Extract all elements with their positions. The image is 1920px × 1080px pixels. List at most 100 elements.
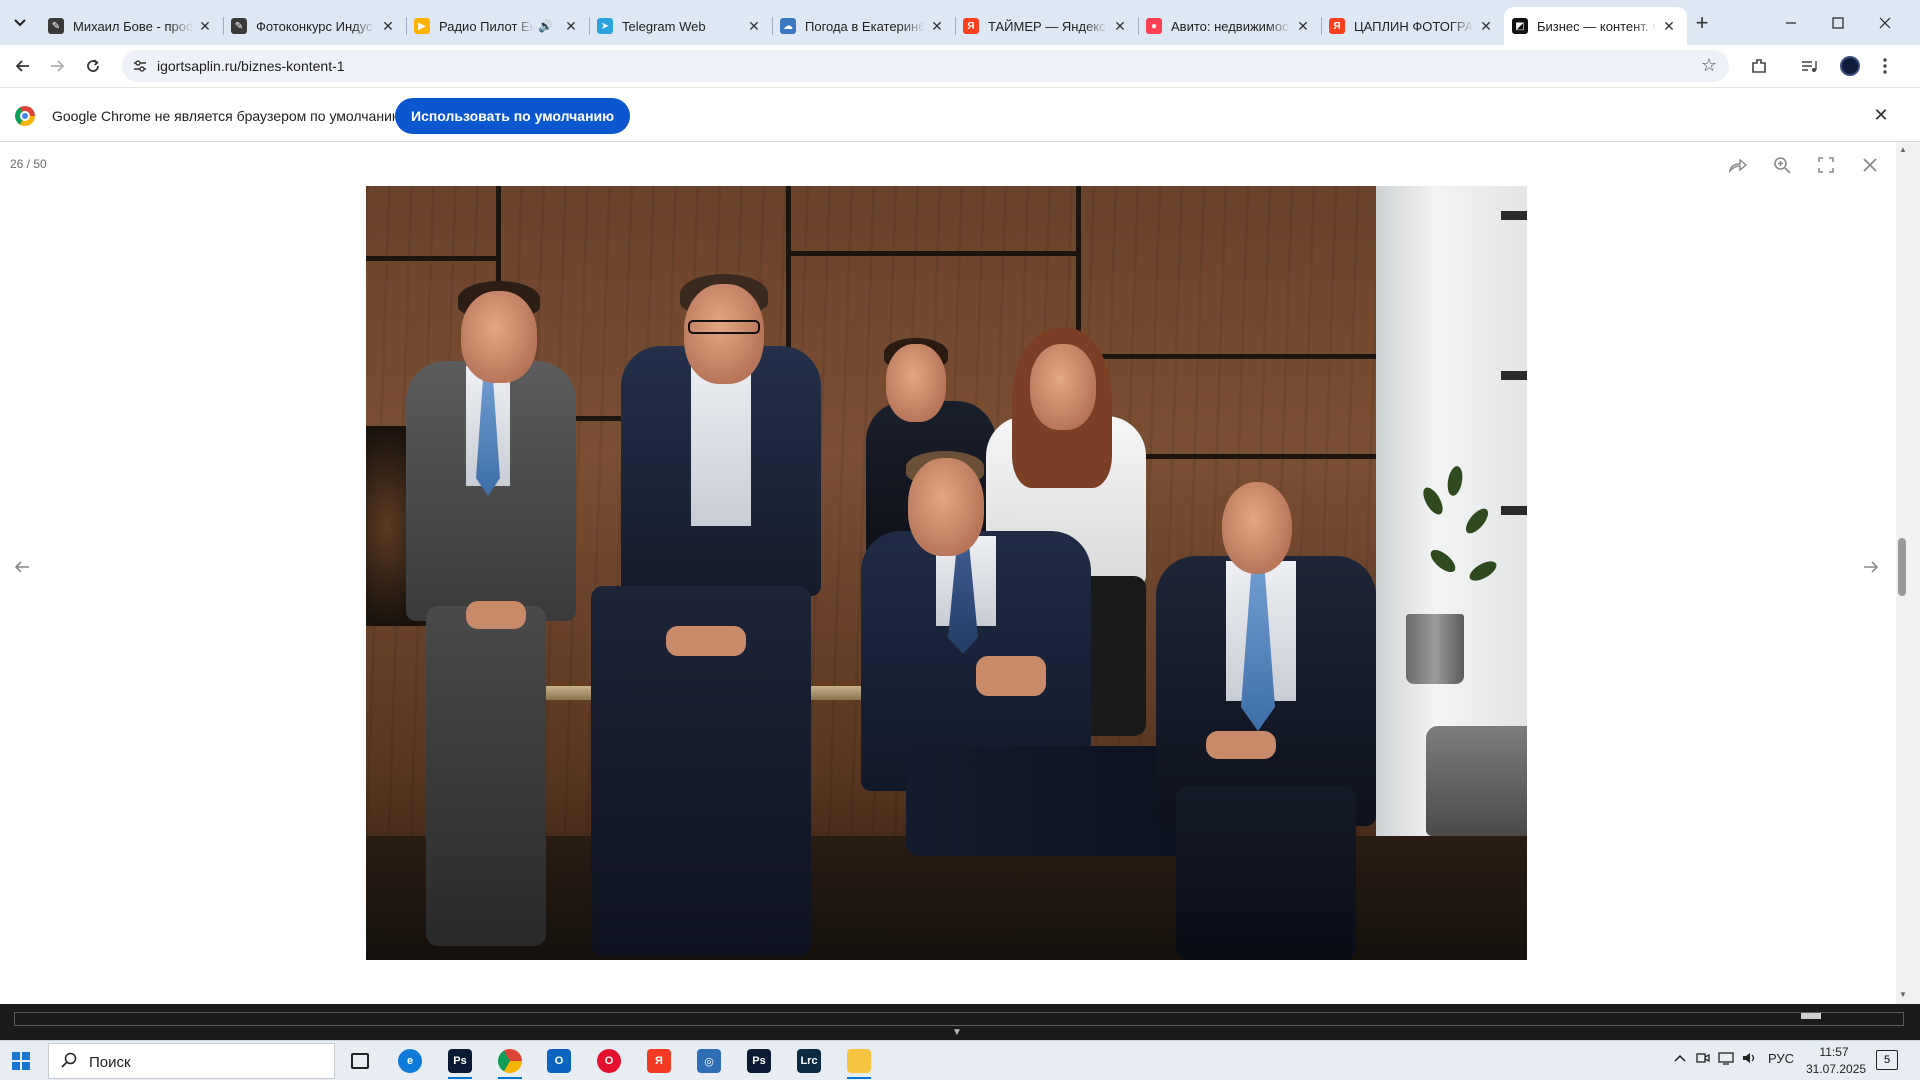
- bookmark-star-icon[interactable]: ☆: [1701, 55, 1717, 76]
- network-icon[interactable]: [1718, 1051, 1734, 1068]
- profile-avatar[interactable]: [1840, 56, 1860, 76]
- chevron-down-icon: [14, 19, 26, 27]
- tab-title: Авито: недвижимос: [1171, 18, 1289, 34]
- tab-search-button[interactable]: [7, 10, 33, 36]
- tab-close-icon[interactable]: ✕: [746, 18, 762, 34]
- scrollbar-thumb[interactable]: [1898, 538, 1906, 596]
- clock-time: 11:57: [1819, 1045, 1849, 1059]
- taskbar-app-chrome[interactable]: [494, 1045, 526, 1079]
- previous-arrow-icon[interactable]: [7, 552, 37, 582]
- screen-capture-icon: ◎: [697, 1049, 721, 1073]
- scroll-up-icon[interactable]: ▲: [1896, 145, 1910, 157]
- taskbar-app-lightroom-classic[interactable]: Lrc: [793, 1045, 825, 1077]
- browser-tab[interactable]: ▶ Радио Пилот Ека 🔊 ✕: [406, 7, 589, 45]
- chrome-icon: [498, 1049, 522, 1073]
- tab-close-icon[interactable]: ✕: [563, 18, 579, 34]
- browser-tab[interactable]: Я ТАЙМЕР — Яндекс ✕: [955, 7, 1138, 45]
- image-counter: 26 / 50: [10, 157, 47, 171]
- infobar-message: Google Chrome не является браузером по у…: [52, 108, 407, 124]
- infobar-close-icon[interactable]: ✕: [1870, 104, 1892, 126]
- tab-title: Telegram Web: [622, 18, 706, 34]
- tab-close-icon[interactable]: ✕: [1112, 18, 1128, 34]
- taskbar-search-box[interactable]: Поиск: [48, 1043, 335, 1079]
- plant-pot: [1406, 614, 1464, 684]
- tab-close-icon[interactable]: ✕: [1295, 18, 1311, 34]
- close-viewer-icon[interactable]: [1857, 152, 1883, 178]
- taskbar-app-photoshop[interactable]: Ps: [444, 1045, 476, 1079]
- zoom-in-icon[interactable]: [1769, 152, 1795, 178]
- tray-chevron-up-icon[interactable]: [1674, 1051, 1686, 1066]
- tab-list: ✎ Михаил Бове - проф ✕ ✎ Фотоконкурс Индус ✕ ▶…: [40, 7, 1687, 45]
- browser-tab[interactable]: ➤ Telegram Web ✕: [589, 7, 772, 45]
- taskbar-app-edge[interactable]: e: [394, 1045, 426, 1077]
- lightroom-classic-icon: Lrc: [797, 1049, 821, 1073]
- url-text[interactable]: igortsaplin.ru/biznes-kontent-1: [157, 58, 345, 74]
- tab-audio-icon[interactable]: 🔊: [538, 19, 553, 33]
- tab-close-icon[interactable]: ✕: [1661, 18, 1677, 34]
- tab-favicon-icon: ◩: [1512, 18, 1528, 34]
- tab-strip: ✎ Михаил Бове - проф ✕ ✎ Фотоконкурс Индус ✕ ▶…: [0, 0, 1920, 45]
- close-icon: [1879, 17, 1891, 28]
- tab-close-icon[interactable]: ✕: [929, 18, 945, 34]
- taskbar-app-outlook[interactable]: O: [543, 1045, 575, 1077]
- edge-icon: e: [398, 1049, 422, 1073]
- menu-kebab-icon[interactable]: [1873, 54, 1897, 78]
- expand-strip-icon[interactable]: ▼: [952, 1027, 962, 1038]
- minimize-button[interactable]: [1768, 0, 1814, 45]
- notification-count: 5: [1883, 1054, 1891, 1066]
- start-windows-icon[interactable]: [12, 1052, 30, 1070]
- browser-tab[interactable]: ● Авито: недвижимос ✕: [1138, 7, 1321, 45]
- forward-button[interactable]: [42, 51, 72, 81]
- taskbar-app-opera[interactable]: O: [593, 1045, 625, 1077]
- language-indicator[interactable]: РУС: [1768, 1051, 1794, 1066]
- address-bar[interactable]: igortsaplin.ru/biznes-kontent-1 ☆: [122, 50, 1729, 82]
- tab-title: Михаил Бове - проф: [73, 18, 193, 34]
- meet-now-icon[interactable]: [1696, 1051, 1710, 1068]
- notification-center-icon[interactable]: 5: [1876, 1050, 1898, 1070]
- tab-title: Радио Пилот Ека: [439, 18, 535, 34]
- task-view-icon: [351, 1053, 369, 1069]
- volume-icon[interactable]: [1742, 1051, 1758, 1068]
- scroll-down-icon[interactable]: ▼: [1896, 990, 1910, 1002]
- browser-tab[interactable]: ☁ Погода в Екатеринб ✕: [772, 7, 955, 45]
- browser-tab[interactable]: ◩ Бизнес — контент. Ф ✕: [1504, 7, 1687, 45]
- outlook-icon: O: [547, 1049, 571, 1073]
- taskbar-app-file-explorer[interactable]: [843, 1045, 875, 1079]
- close-window-button[interactable]: [1862, 0, 1908, 45]
- tab-close-icon[interactable]: ✕: [197, 18, 213, 34]
- extensions-icon[interactable]: [1747, 54, 1771, 78]
- maximize-button[interactable]: [1815, 0, 1861, 45]
- media-controls-icon[interactable]: [1797, 54, 1821, 78]
- minimize-icon: [1786, 21, 1796, 24]
- browser-tab[interactable]: Я ЦАПЛИН ФОТОГРАФ ✕: [1321, 7, 1504, 45]
- tab-title: Фотоконкурс Индус: [256, 18, 373, 34]
- grey-bench: [1426, 726, 1527, 836]
- tab-favicon-icon: ✎: [48, 18, 64, 34]
- next-arrow-icon[interactable]: [1856, 552, 1886, 582]
- browser-tab[interactable]: ✎ Фотоконкурс Индус ✕: [223, 7, 406, 45]
- site-info-icon[interactable]: [130, 56, 150, 76]
- thumbnail-track[interactable]: [14, 1012, 1904, 1026]
- back-button[interactable]: [8, 51, 38, 81]
- photoshop-2-icon: Ps: [747, 1049, 771, 1073]
- taskbar-app-yandex-browser[interactable]: Я: [643, 1045, 675, 1077]
- clock[interactable]: 11:57 31.07.2025: [1806, 1044, 1866, 1078]
- gallery-photo[interactable]: [366, 186, 1527, 960]
- taskbar-search-placeholder: Поиск: [89, 1054, 131, 1071]
- set-default-button[interactable]: Использовать по умолчанию: [395, 98, 631, 134]
- thumbnail-scroll-thumb[interactable]: [1801, 1013, 1821, 1019]
- reload-button[interactable]: [78, 51, 108, 81]
- share-icon[interactable]: [1725, 152, 1751, 178]
- taskbar-app-photoshop-2[interactable]: Ps: [743, 1045, 775, 1077]
- arrow-left-icon: [15, 60, 29, 72]
- new-tab-button[interactable]: +: [1690, 12, 1714, 36]
- maximize-icon: [1832, 16, 1844, 29]
- tab-close-icon[interactable]: ✕: [380, 18, 396, 34]
- browser-tab[interactable]: ✎ Михаил Бове - проф ✕: [40, 7, 223, 45]
- tab-title: ТАЙМЕР — Яндекс: [988, 18, 1106, 34]
- chrome-logo-icon: [15, 106, 35, 126]
- taskbar-app-screen-capture[interactable]: ◎: [693, 1045, 725, 1077]
- tab-close-icon[interactable]: ✕: [1478, 18, 1494, 34]
- fullscreen-icon[interactable]: [1813, 152, 1839, 178]
- taskbar-app-task-view[interactable]: [344, 1045, 376, 1077]
